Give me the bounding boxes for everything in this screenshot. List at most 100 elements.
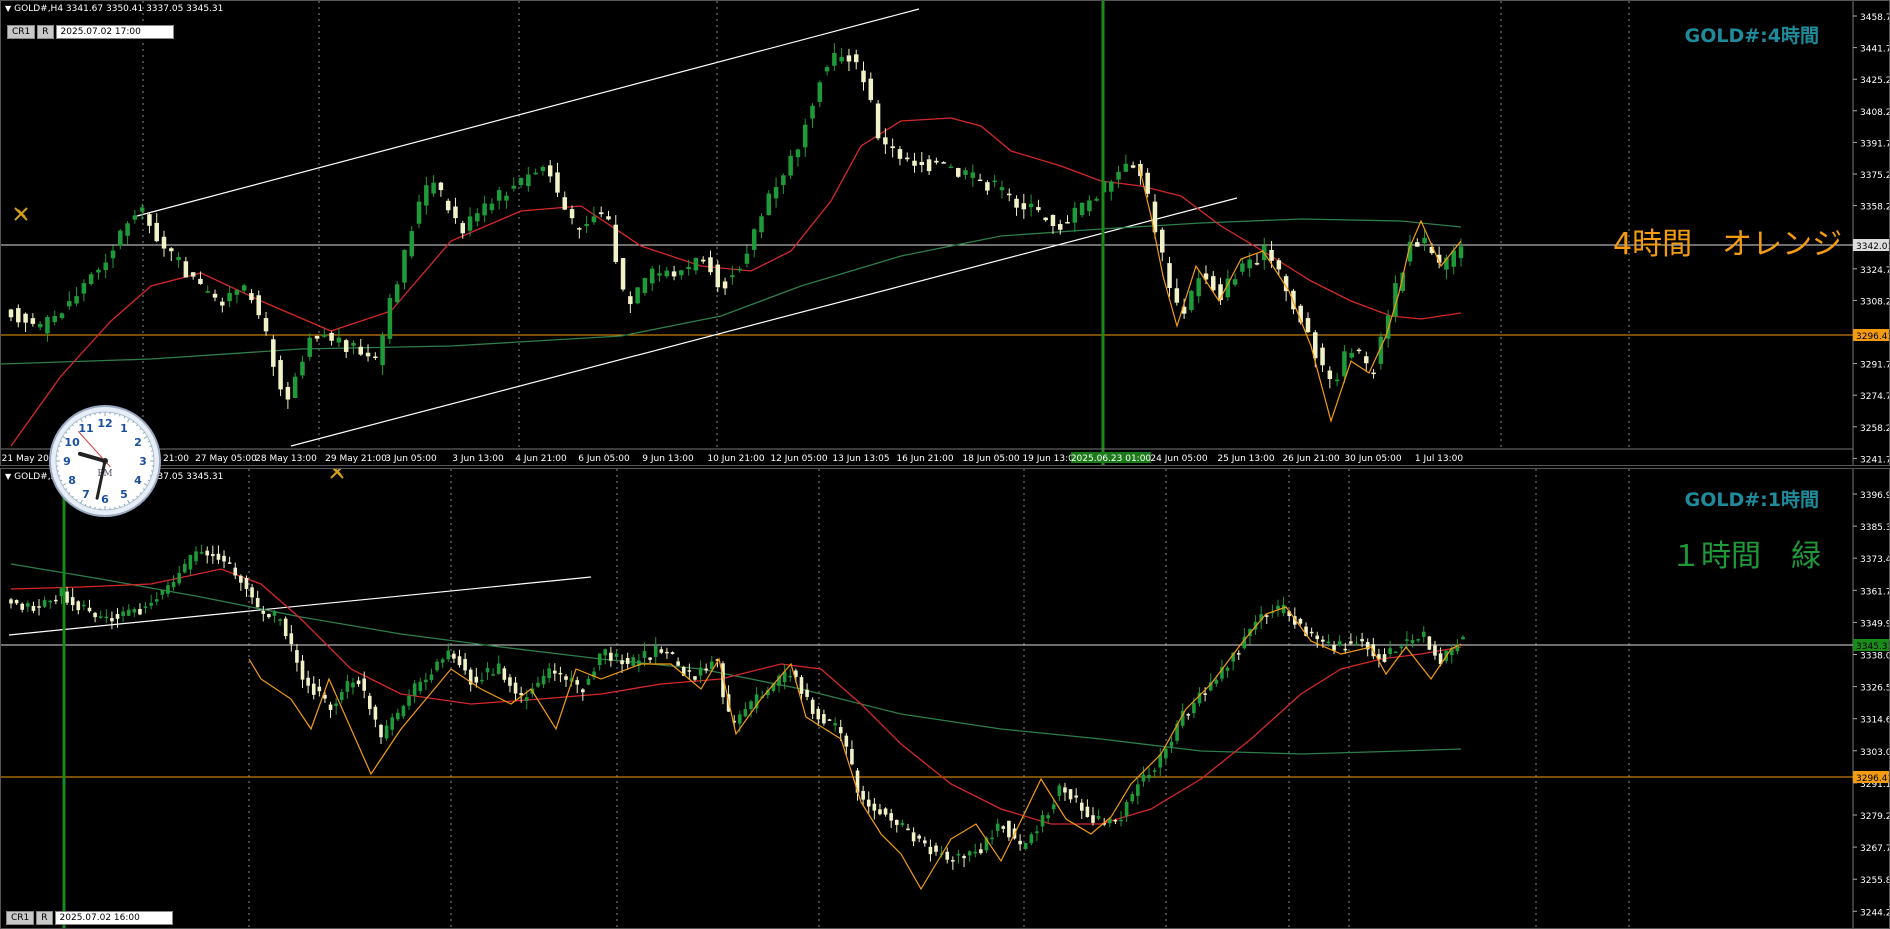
- collapse-triangle-icon-2[interactable]: ▼: [5, 472, 11, 481]
- candle-body: [584, 223, 589, 226]
- candle-body: [749, 701, 753, 710]
- time-label: 24 Jun 05:00: [1150, 454, 1207, 464]
- candle-body: [485, 668, 490, 673]
- candle-body: [365, 352, 371, 357]
- candle-body: [1087, 200, 1092, 212]
- candle-body: [562, 197, 568, 210]
- candle-body: [751, 229, 757, 250]
- candle-body: [810, 699, 815, 714]
- h4-chart-canvas[interactable]: 3458.70 3441.70 3425.20 3408.20 3391.70 3375.…: [1, 1, 1890, 466]
- candle-body: [317, 686, 322, 692]
- clock-numeral: 7: [82, 488, 90, 501]
- candle-body: [999, 187, 1005, 191]
- candle-body: [1349, 641, 1353, 644]
- candle-body: [839, 56, 844, 62]
- time-label: 6 Jun 05:00: [578, 454, 630, 464]
- candle-body: [693, 257, 699, 271]
- candle-body: [1364, 356, 1369, 364]
- time-label: 26 Jun 21:00: [1282, 454, 1339, 464]
- price-label: 3361.75: [1860, 587, 1890, 597]
- candle-body: [121, 611, 125, 616]
- candle-body: [591, 216, 597, 223]
- candle-body: [424, 185, 429, 206]
- h1-note-text: １時間 緑: [1671, 539, 1821, 574]
- time-label: 28 May 13:00: [255, 454, 317, 464]
- candle-body: [199, 552, 204, 554]
- candle-body: [132, 608, 137, 613]
- time-label: 29 May 21:00: [325, 454, 387, 464]
- clock-tick: [119, 414, 121, 417]
- collapse-triangle-icon[interactable]: ▼: [5, 4, 11, 13]
- candle-body: [838, 727, 843, 734]
- candle-body: [1281, 604, 1286, 614]
- candle-body: [1040, 815, 1045, 827]
- price-label: 3274.70: [1860, 392, 1890, 402]
- candle-body: [533, 172, 538, 175]
- candle-body: [1029, 834, 1034, 844]
- candle-body: [351, 682, 355, 688]
- candle-body: [154, 599, 159, 602]
- candle-body: [1276, 605, 1280, 610]
- h1-chart-canvas[interactable]: 3396.95 3385.30 3373.40 3361.75 3349.95 3338.…: [1, 469, 1890, 929]
- candle-body: [48, 600, 53, 603]
- candle-body: [125, 223, 130, 236]
- candle-body: [1422, 237, 1427, 244]
- candle-body: [866, 799, 871, 807]
- candle-body: [1051, 804, 1056, 810]
- candle-body: [934, 845, 938, 852]
- candle-body: [995, 823, 1000, 831]
- candle-body: [431, 182, 436, 194]
- candle-body: [743, 708, 748, 717]
- h1-toolbar: CR1 R 2025.07.02 16:00: [6, 911, 173, 925]
- candle-body: [212, 293, 218, 298]
- candle-body: [1007, 820, 1011, 838]
- candle-body: [1298, 618, 1303, 624]
- candle-body: [951, 860, 955, 862]
- clock-numeral: 4: [134, 474, 142, 487]
- h4-note-text: 4時間 オレンジ: [1613, 227, 1843, 262]
- candle-body: [182, 563, 187, 573]
- candle-body: [65, 591, 69, 603]
- candle-body: [1225, 667, 1230, 671]
- h1-chart-pane[interactable]: 3396.95 3385.30 3373.40 3361.75 3349.95 3338.…: [0, 468, 1890, 929]
- candle-body: [306, 677, 310, 686]
- candle-body: [1356, 349, 1362, 352]
- price-label: 3385.30: [1860, 523, 1890, 533]
- candle-body: [171, 581, 176, 588]
- candle-body: [564, 676, 568, 680]
- candle-body: [861, 790, 865, 800]
- candle-body: [832, 52, 837, 66]
- r-button-2[interactable]: R: [36, 911, 53, 925]
- r-button[interactable]: R: [37, 25, 54, 39]
- price-label: 3391.70: [1860, 139, 1890, 149]
- candle-body: [1433, 645, 1437, 656]
- candle-body: [292, 376, 298, 398]
- candle-body: [98, 616, 103, 618]
- h4-chart-pane[interactable]: 3458.70 3441.70 3425.20 3408.20 3391.70 3375.…: [0, 0, 1890, 466]
- cr1-button[interactable]: CR1: [7, 25, 36, 39]
- candle-body: [110, 618, 114, 622]
- candle-body: [289, 633, 294, 644]
- candle-body: [1416, 639, 1420, 641]
- candle-body: [336, 337, 342, 343]
- candle-body: [657, 273, 662, 276]
- price-label: 3338.05: [1860, 652, 1890, 662]
- candle-body: [300, 361, 305, 376]
- candle-body: [328, 704, 333, 711]
- candle-body: [788, 675, 793, 678]
- candle-body: [373, 356, 378, 359]
- cr1-button-2[interactable]: CR1: [6, 911, 35, 925]
- candle-body: [810, 105, 815, 119]
- candle-body: [962, 856, 966, 859]
- candle-body: [586, 678, 591, 685]
- candle-body: [96, 269, 101, 273]
- price-label: 3244.25: [1860, 908, 1890, 918]
- candle-body: [362, 678, 366, 691]
- candle-body: [1461, 636, 1465, 640]
- candle-body: [1072, 207, 1078, 223]
- candle-body: [59, 313, 65, 319]
- candle-body: [977, 179, 983, 182]
- candle-body: [1315, 635, 1320, 640]
- time-label: 9 Jun 13:00: [642, 454, 694, 464]
- candle-body: [766, 193, 772, 216]
